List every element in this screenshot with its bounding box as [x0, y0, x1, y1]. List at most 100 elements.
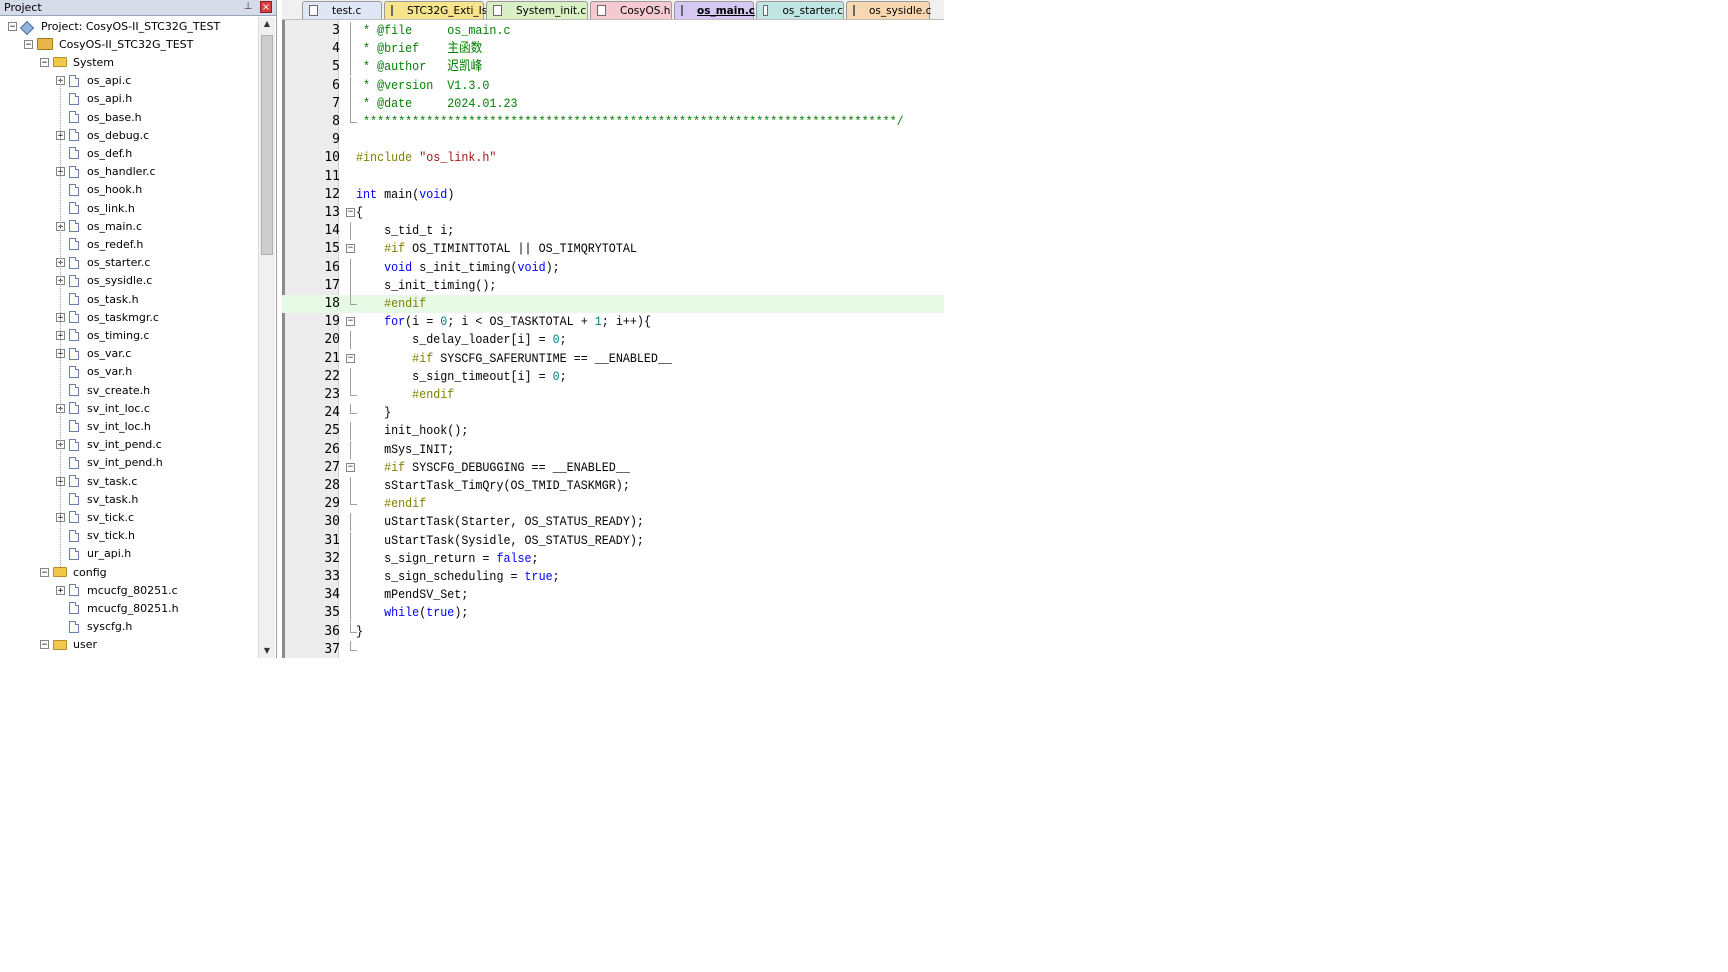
code-line[interactable]: 33 s_sign_scheduling = true;	[282, 568, 944, 586]
tree-file-item[interactable]: os_redef.h	[56, 235, 143, 253]
tree-project-item[interactable]: − Project: CosyOS-II_STC32G_TEST	[8, 17, 220, 35]
collapse-icon[interactable]: −	[8, 21, 17, 31]
tree-file-item[interactable]: os_def.h	[56, 144, 132, 162]
tree-file-item[interactable]: sv_int_pend.h	[56, 454, 163, 472]
code-token: 0	[440, 314, 448, 330]
tree-file-item[interactable]: syscfg.h	[56, 618, 132, 636]
tab-system-init-c[interactable]: System_init.c	[486, 1, 588, 19]
code-line[interactable]: 21− #if SYSCFG_SAFERUNTIME == __ENABLED_…	[282, 350, 944, 368]
tree-file-item[interactable]: sv_task.h	[56, 490, 138, 508]
code-line[interactable]: 32 s_sign_return = false;	[282, 549, 944, 568]
close-icon[interactable]: ×	[260, 1, 272, 13]
tree-file-item[interactable]: + os_main.c	[56, 217, 142, 235]
tree-file-item[interactable]: os_api.h	[56, 90, 132, 108]
collapse-icon[interactable]: −	[40, 57, 49, 67]
tree-file-item[interactable]: mcucfg_80251.h	[56, 599, 179, 617]
tab-os-main-c[interactable]: os_main.c	[674, 1, 755, 19]
tree-file-item[interactable]: sv_int_loc.h	[56, 417, 151, 435]
code-line[interactable]: 28 sStartTask_TimQry(OS_TMID_TASKMGR);	[282, 477, 944, 495]
code-line[interactable]: 15− #if OS_TIMINTTOTAL || OS_TIMQRYTOTAL	[282, 240, 944, 258]
tree-file-item[interactable]: + os_taskmgr.c	[56, 308, 159, 326]
expand-icon[interactable]: +	[56, 585, 65, 595]
code-line[interactable]: 25 init_hook();	[282, 422, 944, 441]
code-line[interactable]: 29 #endif	[282, 495, 944, 513]
tree-folder-item[interactable]: − user	[40, 636, 97, 654]
tab-stc32g-exti-isr-c[interactable]: STC32G_Exti_Isr.c	[384, 1, 500, 19]
code-line[interactable]: 4 * @brief 主函数	[282, 40, 944, 59]
code-text: uStartTask(Sysidle, OS_STATUS_READY);	[356, 532, 644, 550]
code-line[interactable]: 17 s_init_timing();	[282, 276, 944, 295]
tab-label: test.c	[332, 4, 362, 17]
tree-file-item[interactable]: ur_api.h	[56, 545, 131, 563]
tab-os-sysidle-c[interactable]: os_sysidle.c	[846, 1, 931, 19]
tree-file-item[interactable]: + os_var.c	[56, 345, 131, 363]
code-line[interactable]: 13−{	[282, 204, 944, 222]
code-line[interactable]: 35 while(true);	[282, 604, 944, 623]
tree-file-item[interactable]: + mcucfg_80251.c	[56, 581, 178, 599]
code-line[interactable]: 6 * @version V1.3.0	[282, 76, 944, 95]
code-line[interactable]: 27− #if SYSCFG_DEBUGGING == __ENABLED__	[282, 459, 944, 477]
code-line[interactable]: 9	[282, 131, 944, 149]
collapse-icon[interactable]: −	[40, 567, 49, 577]
tree-folder-item[interactable]: − System	[40, 53, 114, 71]
tree-file-item[interactable]: os_hook.h	[56, 181, 142, 199]
code-token: );	[454, 605, 469, 621]
code-line[interactable]: 30 uStartTask(Starter, OS_STATUS_READY);	[282, 513, 944, 532]
tree-file-item[interactable]: + sv_int_loc.c	[56, 399, 150, 417]
tree-file-item[interactable]: sv_tick.h	[56, 527, 135, 545]
tree-file-item[interactable]: + os_timing.c	[56, 326, 150, 344]
code-line[interactable]: 19− for(i = 0; i < OS_TASKTOTAL + 1; i++…	[282, 313, 944, 331]
code-line[interactable]: 31 uStartTask(Sysidle, OS_STATUS_READY);	[282, 531, 944, 550]
code-line[interactable]: 26 mSys_INIT;	[282, 440, 944, 459]
code-line[interactable]: 8 **************************************…	[282, 113, 944, 131]
tree-file-item[interactable]: + os_starter.c	[56, 254, 150, 272]
code-line[interactable]: 12 int main(void)	[282, 186, 944, 204]
collapse-icon[interactable]: −	[24, 39, 33, 49]
scroll-up-arrow-icon[interactable]: ▲	[259, 17, 275, 31]
code-line[interactable]: 34 mPendSV_Set;	[282, 586, 944, 605]
code-line[interactable]: 37	[282, 640, 944, 658]
code-line[interactable]: 14 s_tid_t i;	[282, 222, 944, 241]
tree-file-item[interactable]: + os_api.c	[56, 72, 131, 90]
tree-file-item[interactable]: + os_debug.c	[56, 126, 149, 144]
tree-file-item[interactable]: + sv_task.c	[56, 472, 137, 490]
project-tree-scrollbar[interactable]: ▲ ▼	[258, 17, 275, 658]
tree-file-item[interactable]: sv_create.h	[56, 381, 150, 399]
line-number: 22	[324, 368, 340, 384]
tree-file-item[interactable]: os_task.h	[56, 290, 139, 308]
code-line[interactable]: 20 s_delay_loader[i] = 0;	[282, 331, 944, 350]
tab-test-c[interactable]: test.c	[302, 1, 382, 19]
file-icon	[69, 620, 79, 633]
tree-file-item[interactable]: + os_handler.c	[56, 163, 156, 181]
collapse-icon[interactable]: −	[40, 640, 49, 650]
tree-file-item[interactable]: + os_sysidle.c	[56, 272, 152, 290]
code-line[interactable]: 7 * @date 2024.01.23	[282, 94, 944, 113]
tree-folder-item[interactable]: − config	[40, 563, 107, 581]
code-line[interactable]: 24 }	[282, 404, 944, 422]
tree-file-item[interactable]: + sv_tick.c	[56, 508, 134, 526]
line-number: 15	[324, 241, 340, 257]
code-line[interactable]: 23 #endif	[282, 386, 944, 404]
tab-os-starter-c[interactable]: os_starter.c	[756, 1, 844, 19]
tab-label: os_starter.c	[782, 4, 843, 17]
tree-target-item[interactable]: − CosyOS-II_STC32G_TEST	[24, 35, 193, 53]
scroll-down-arrow-icon[interactable]: ▼	[259, 644, 275, 658]
code-line[interactable]: 10 #include "os_link.h"	[282, 149, 944, 167]
tree-item-label: os_handler.c	[87, 165, 156, 179]
code-line[interactable]: 3 * @file os_main.c	[282, 22, 944, 40]
code-line[interactable]: 5 * @author 迟凯峰	[282, 58, 944, 77]
scrollbar-thumb[interactable]	[261, 35, 273, 255]
code-line[interactable]: 18 #endif	[282, 295, 944, 313]
tree-file-item[interactable]: + sv_int_pend.c	[56, 436, 162, 454]
code-line[interactable]: 11	[282, 168, 944, 186]
code-line[interactable]: 16 void s_init_timing(void);	[282, 258, 944, 277]
code-line[interactable]: 36}	[282, 622, 944, 641]
tree-file-item[interactable]: os_link.h	[56, 199, 135, 217]
tree-file-item[interactable]: os_var.h	[56, 363, 132, 381]
code-token: #if	[356, 459, 406, 475]
code-editor[interactable]: 3 * @file os_main.c 4 * @brief 主函数 5 * @au…	[282, 20, 944, 658]
pin-icon[interactable]: ⊥	[242, 1, 254, 12]
code-line[interactable]: 22 s_sign_timeout[i] = 0;	[282, 367, 944, 386]
tree-file-item[interactable]: os_base.h	[56, 108, 142, 126]
tab-cosyos-h[interactable]: CosyOS.h	[590, 1, 672, 19]
